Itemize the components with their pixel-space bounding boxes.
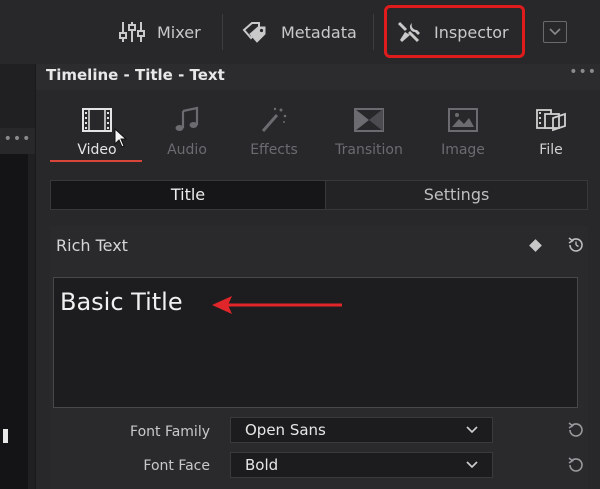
- tab-video-label: Video: [77, 142, 117, 158]
- mouse-cursor-icon: [114, 128, 128, 148]
- toolbar-dropdown-button[interactable]: [543, 21, 567, 43]
- font-family-select[interactable]: Open Sans: [230, 417, 493, 443]
- panel-title: Timeline - Title - Text: [46, 66, 225, 84]
- mixer-icon: [119, 22, 145, 42]
- toolbar-separator: [373, 14, 374, 50]
- top-toolbar: Mixer Metadata Inspector: [0, 0, 600, 64]
- rich-text-input[interactable]: Basic Title: [53, 277, 578, 408]
- film-strip-icon: [82, 108, 112, 132]
- metadata-button[interactable]: Metadata: [241, 10, 357, 54]
- playhead-marker: [3, 429, 8, 443]
- transition-icon: [354, 108, 384, 132]
- tab-file[interactable]: File: [506, 98, 596, 164]
- panel-header: Timeline - Title - Text •••: [36, 64, 600, 90]
- subtab-settings[interactable]: Settings: [326, 181, 587, 209]
- rich-text-section: Rich Text Basic Title Font Family Open S…: [50, 226, 588, 489]
- tab-audio[interactable]: Audio: [142, 98, 232, 164]
- rich-text-label: Rich Text: [56, 236, 128, 255]
- font-family-label: Font Family: [130, 424, 210, 440]
- inspector-highlight-box: [384, 5, 525, 58]
- chevron-down-icon: [466, 426, 478, 434]
- subtab-title[interactable]: Title: [51, 181, 326, 209]
- font-face-reset-icon[interactable]: [566, 455, 586, 475]
- annotation-arrow: [212, 296, 342, 314]
- toolbar-separator: [222, 14, 223, 50]
- music-note-icon: [175, 106, 199, 131]
- font-face-value: Bold: [245, 456, 279, 474]
- tab-file-label: File: [539, 142, 563, 158]
- font-face-label: Font Face: [143, 458, 210, 474]
- tab-transition-label: Transition: [335, 142, 403, 158]
- panel-options-icon[interactable]: •••: [569, 64, 597, 80]
- font-family-value: Open Sans: [245, 421, 326, 439]
- active-tab-underline: [50, 160, 142, 162]
- inspector-panel: Timeline - Title - Text ••• Video Audio …: [35, 64, 600, 489]
- tab-effects[interactable]: Effects: [229, 98, 319, 164]
- tab-image-label: Image: [441, 142, 485, 158]
- image-icon: [448, 108, 478, 132]
- tab-transition[interactable]: Transition: [324, 98, 414, 164]
- left-panel-options-icon[interactable]: •••: [0, 128, 35, 154]
- inspector-tabs: Video Audio Effects Transition Image Fil…: [36, 98, 600, 164]
- mixer-label: Mixer: [157, 22, 201, 42]
- tab-video[interactable]: Video: [50, 98, 142, 164]
- metadata-label: Metadata: [281, 22, 357, 42]
- keyframe-diamond-icon[interactable]: [529, 239, 542, 252]
- font-family-reset-icon[interactable]: [566, 420, 586, 440]
- file-icon: [536, 109, 566, 132]
- magic-wand-icon: [261, 107, 287, 132]
- left-panel-strip: •••: [0, 64, 35, 489]
- tab-effects-label: Effects: [250, 142, 298, 158]
- tab-image[interactable]: Image: [418, 98, 508, 164]
- mixer-button[interactable]: Mixer: [119, 10, 201, 54]
- tag-icon: [242, 22, 266, 43]
- rich-text-value: Basic Title: [60, 288, 183, 316]
- chevron-down-icon: [549, 28, 561, 36]
- title-settings-tabs: Title Settings: [50, 180, 588, 210]
- tab-audio-label: Audio: [167, 142, 207, 158]
- chevron-down-icon: [466, 461, 478, 469]
- font-face-select[interactable]: Bold: [230, 452, 493, 478]
- reset-icon[interactable]: [566, 235, 586, 255]
